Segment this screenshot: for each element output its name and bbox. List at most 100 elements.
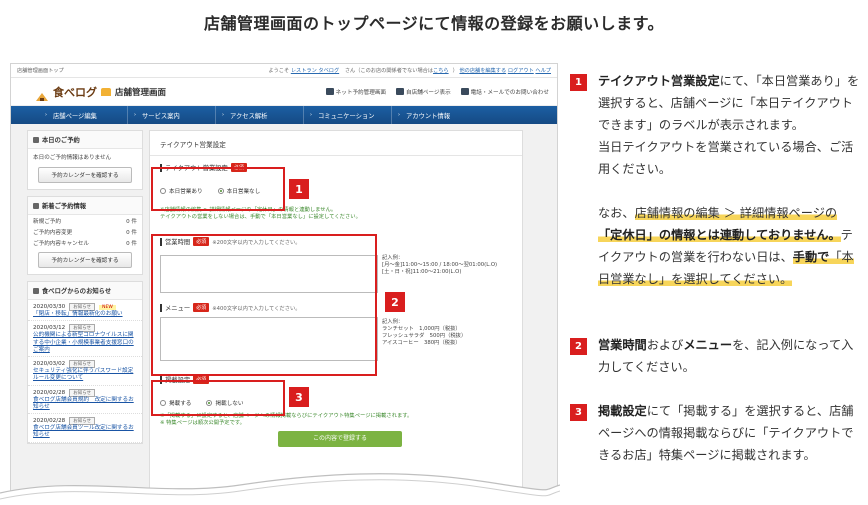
nav-arrow-icon: › xyxy=(222,112,224,118)
news-tag: お知らせ xyxy=(69,360,96,369)
news-item: 2020/03/30 お知らせ NEW 「閉店・移転」情報最新化のお願い xyxy=(28,300,142,322)
step-badge-3: 3 xyxy=(289,387,309,407)
logout-link[interactable]: ログアウト xyxy=(508,68,534,74)
form-title: テイクアウト営業設定 xyxy=(150,131,522,156)
instruction-1-para-a: テイクアウト営業設定にて、「本日営業あり」を選択すると、店舗ページに「本日テイク… xyxy=(598,70,860,136)
brand-logo-text: 食べログ xyxy=(53,85,97,99)
text: なお、 xyxy=(598,206,635,220)
instruction-1: 1 テイクアウト営業設定にて、「本日営業あり」を選択すると、店舗ページに「本日テ… xyxy=(570,70,860,290)
instruction-2-text: 営業時間およびメニューを、記入例になって入力してください。 xyxy=(598,334,860,378)
row-count: 0 件 xyxy=(126,229,137,236)
news-box: 食べログからのお知らせ 2020/03/30 お知らせ NEW 「閉店・移転」情報最… xyxy=(27,281,143,444)
nav-label: サービス案内 xyxy=(142,112,180,120)
bold-term: 掲載設定 xyxy=(598,404,647,418)
brand-subtitle: 店舗管理画面 xyxy=(115,87,167,98)
list-item: ご予約内容キャンセル 0 件 xyxy=(28,237,142,248)
highlight-box-2 xyxy=(151,234,377,376)
bold-term: メニュー xyxy=(683,338,733,352)
contact-link[interactable]: 電話・メールでのお問い合わせ xyxy=(460,88,549,96)
calendar-icon xyxy=(33,202,39,209)
instruction-1-para-b: 当日テイクアウトを営業されている場合、ご活用ください。 xyxy=(598,140,854,176)
tool-label: 電話・メールでのお問い合わせ xyxy=(470,89,549,96)
admin-screenshot: 店舗管理画面トップ ようこそ レストラン タベログ さん（このお店の関係者でない… xyxy=(10,63,558,495)
news-title: 食べログからのお知らせ xyxy=(42,288,112,295)
here-link[interactable]: こちら xyxy=(433,68,449,74)
tabelog-logo-icon xyxy=(35,87,49,101)
news-date: 2020/02/28 xyxy=(33,389,66,396)
news-date: 2020/03/02 xyxy=(33,361,66,368)
nav-arrow-icon: › xyxy=(45,112,47,118)
new-header: 新着ご予約情報 xyxy=(28,197,142,215)
text: および xyxy=(646,338,684,352)
today-title: 本日のご予約 xyxy=(42,137,80,144)
news-date-row: 2020/02/28 お知らせ xyxy=(33,388,137,397)
calendar-icon xyxy=(325,88,334,95)
news-item: 2020/03/02 お知らせ セキュリティ強化に伴うパスワード設定ルール変更につ… xyxy=(28,357,142,386)
main-nav: › 店舗ページ編集 › サービス案内 › アクセス解析 › コミュニケーション › アカウ… xyxy=(11,106,557,124)
nav-label: コミュニケーション xyxy=(318,112,375,120)
torn-edge-divider xyxy=(0,473,560,505)
news-link[interactable]: セキュリティ強化に伴うパスワード設定ルール変更について xyxy=(33,368,137,383)
nav-shop-edit[interactable]: › 店舗ページ編集 xyxy=(39,106,127,124)
nav-analytics[interactable]: › アクセス解析 xyxy=(215,106,303,124)
step-number-3: 3 xyxy=(570,404,587,421)
news-tag: お知らせ xyxy=(69,417,96,426)
today-reservations: 本日のご予約 本日のご予約情報はありません 予約カレンダーを確認する xyxy=(27,130,143,190)
nav-account[interactable]: › アカウント情報 xyxy=(391,106,479,124)
nav-service[interactable]: › サービス案内 xyxy=(127,106,215,124)
calendar-button[interactable]: 予約カレンダーを確認する xyxy=(38,252,132,268)
nav-arrow-icon: › xyxy=(310,112,312,118)
nav-label: 店舗ページ編集 xyxy=(53,112,97,120)
news-header: 食べログからのお知らせ xyxy=(28,282,142,300)
greeting-text: ようこそ xyxy=(268,68,290,74)
nav-label: アカウント情報 xyxy=(406,112,451,120)
news-item: 2020/02/28 お知らせ 食べログ店舗会員ツール改定に関するお知らせ xyxy=(28,414,142,443)
instruction-3-text: 掲載設定にて「掲載する」を選択すると、店舗ページへの情報掲載ならびに「テイクアウ… xyxy=(598,400,860,466)
tool-label: 自店舗ページ表示 xyxy=(406,89,451,96)
brand-bar: 食べログ 店舗管理画面 ネット予約管理画面 自店舗ページ表示 電話・メールでのお… xyxy=(11,78,557,106)
brand[interactable]: 食べログ 店舗管理画面 xyxy=(35,84,167,101)
row-label: 新規ご予約 xyxy=(33,218,61,225)
nav-label: アクセス解析 xyxy=(230,112,268,120)
news-date-row: 2020/02/28 お知らせ xyxy=(33,417,137,426)
news-tag: お知らせ xyxy=(69,388,96,397)
greeting: ようこそ レストラン タベログ さん（このお店の関係者でない場合はこちら） xyxy=(264,68,457,74)
news-link[interactable]: 公的機関による新型コロナウイルスに関する中小企業・小規模事業者支援窓口のご案内 xyxy=(33,332,137,354)
highlight-text: 店舗情報の編集 ＞ 詳細情報ページの xyxy=(634,206,838,220)
header-tools: ネット予約管理画面 自店舗ページ表示 電話・メールでのお問い合わせ xyxy=(325,88,549,96)
calendar-button[interactable]: 予約カレンダーを確認する xyxy=(38,167,132,183)
news-link[interactable]: 「閉店・移転」情報最新化のお願い xyxy=(33,311,137,318)
bold-term: 営業時間 xyxy=(598,338,647,352)
news-date: 2020/02/28 xyxy=(33,418,66,425)
menu-example: 記入例： ランチセット 1,000円（税抜） フレッシュサラダ 500円（税抜）… xyxy=(382,319,467,347)
submit-button[interactable]: この内容で登録する xyxy=(278,431,402,447)
top-utility-links: ようこそ レストラン タベログ さん（このお店の関係者でない場合はこちら） 他の… xyxy=(260,67,551,74)
breadcrumb: 店舗管理画面トップ xyxy=(17,68,64,74)
shop-name-link[interactable]: レストラン タベログ xyxy=(291,68,339,74)
row-count: 0 件 xyxy=(126,240,137,247)
news-item: 2020/02/28 お知らせ 食べログ店舗会員規約 改定に関するお知らせ xyxy=(28,386,142,415)
instruction-3: 3 掲載設定にて「掲載する」を選択すると、店舗ページへの情報掲載ならびに「テイク… xyxy=(570,400,860,466)
reservation-admin-link[interactable]: ネット予約管理画面 xyxy=(325,88,386,96)
new-title: 新着ご予約情報 xyxy=(42,203,87,210)
news-item: 2020/03/12 お知らせ 公的機関による新型コロナウイルスに関する中小企業・… xyxy=(28,321,142,358)
help-link[interactable]: ヘルプ xyxy=(535,68,551,74)
highlight-bold-text: 手動で xyxy=(792,250,830,264)
row-count: 0 件 xyxy=(126,218,137,225)
greeting-suffix: さん（このお店の関係者でない場合は xyxy=(344,68,434,74)
step-number-2: 2 xyxy=(570,338,587,355)
hours-example: 記入例： [月〜金]11:00〜15:00 / 18:00〜翌01:00(L.O… xyxy=(382,255,498,276)
news-date: 2020/03/12 xyxy=(33,325,66,332)
nav-arrow-icon: › xyxy=(398,112,400,118)
highlight-bold-text: 「定休日」の情報とは連動しておりません。 xyxy=(598,228,841,242)
news-link[interactable]: 食べログ店舗会員ツール改定に関するお知らせ xyxy=(33,425,137,440)
news-link[interactable]: 食べログ店舗会員規約 改定に関するお知らせ xyxy=(33,397,137,412)
list-item: 新規ご予約 0 件 xyxy=(28,215,142,226)
step-number-1: 1 xyxy=(570,74,587,91)
step-badge-1: 1 xyxy=(289,179,309,199)
other-shop-link[interactable]: 他の店舗を編集する xyxy=(459,68,506,74)
news-date-row: 2020/03/30 お知らせ NEW xyxy=(33,303,137,311)
news-tag: お知らせ xyxy=(69,303,96,311)
nav-communication[interactable]: › コミュニケーション xyxy=(303,106,391,124)
shop-page-link[interactable]: 自店舗ページ表示 xyxy=(396,88,451,96)
